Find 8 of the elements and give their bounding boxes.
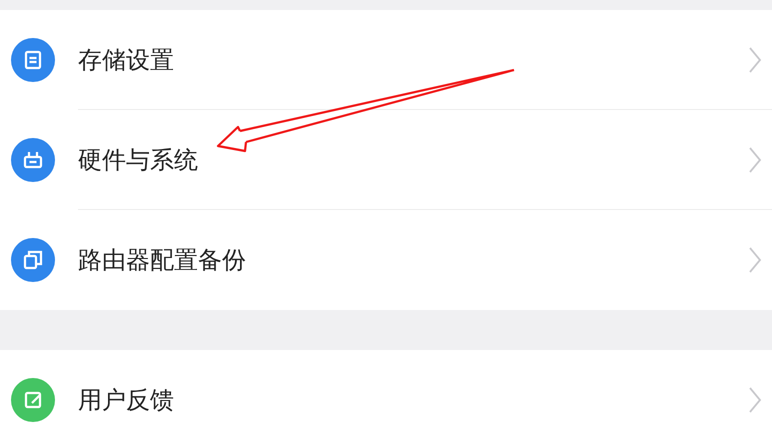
menu-item-label[interactable]: 硬件与系统 (78, 144, 748, 176)
chevron-icon (748, 246, 762, 274)
chevron-icon (748, 386, 762, 414)
chevron-icon (748, 46, 762, 74)
menu-item-label[interactable]: 用户反馈 (78, 384, 748, 416)
menu-item-label[interactable]: 路由器配置备份 (78, 244, 748, 276)
menu-item-label[interactable]: 存储设置 (78, 44, 748, 76)
chevron-icon (748, 146, 762, 174)
